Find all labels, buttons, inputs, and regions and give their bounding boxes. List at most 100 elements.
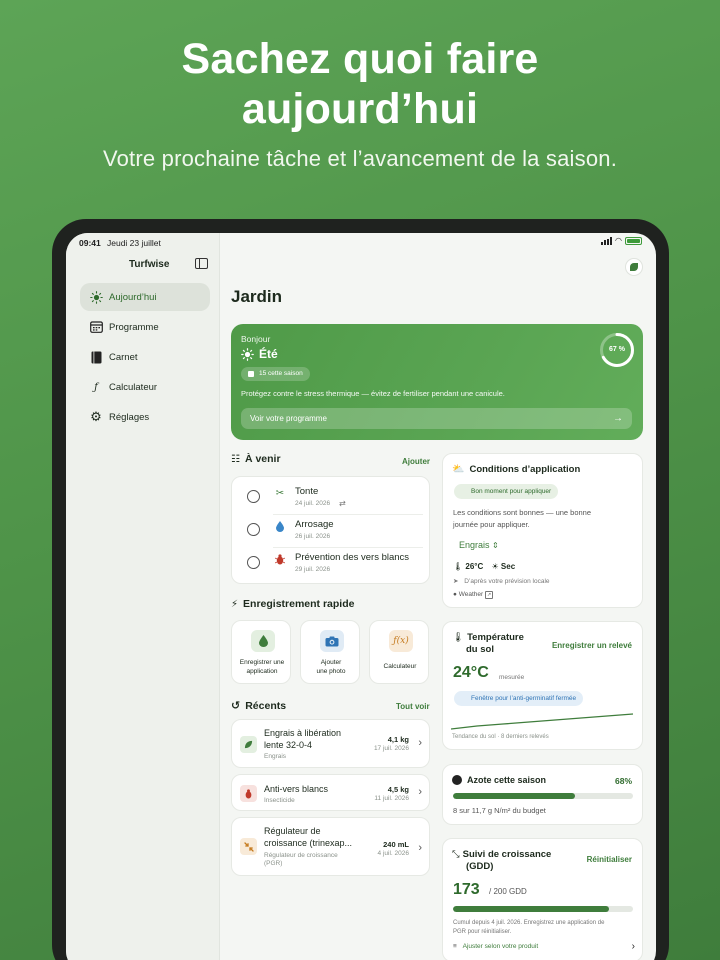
function-icon: ƒ xyxy=(94,381,98,393)
leaf-icon xyxy=(251,630,275,652)
upcoming-list: ✂ Tonte 24 juil. 2026 ⇄ Arrosage 26 juil… xyxy=(231,476,430,584)
function-icon: ƒ(x) xyxy=(389,630,413,652)
bug-icon xyxy=(240,785,257,802)
camera-icon xyxy=(320,630,344,652)
tablet-screen: Turfwise Aujourd’hui Programme Carnet ƒ … xyxy=(66,233,656,960)
status-badge: Fenêtre pour l’anti-germinatif fermée xyxy=(454,691,584,706)
gdd-target: / 200 GDD xyxy=(489,887,527,896)
nitrogen-detail: 8 sur 11,7 g N/m² du budget xyxy=(453,806,546,815)
season-count-badge: 15 cette saison xyxy=(241,367,310,381)
gear-icon: ⚙ xyxy=(90,409,102,424)
apple-logo-icon: ● xyxy=(453,591,457,598)
view-program-button[interactable]: Voir votre programme → xyxy=(241,408,632,429)
adjust-product-link[interactable]: ≡ Ajuster selon votre produit › xyxy=(453,941,635,952)
history-icon: ↺ xyxy=(231,700,241,712)
sliders-icon: ≡ xyxy=(453,943,457,950)
chevron-right-icon: › xyxy=(631,941,635,952)
reset-gdd-link[interactable]: Réinitialiser xyxy=(587,855,632,864)
list-item[interactable]: Engrais à libération lente 32-0-4 Engrais… xyxy=(231,719,430,768)
upcoming-header: ☷ À venir xyxy=(231,453,281,465)
sidebar-item-label: Aujourd’hui xyxy=(109,291,157,303)
sidebar-item-label: Programme xyxy=(109,321,159,333)
season-summary-card: Bonjour Été 15 cette saison Protégez con… xyxy=(231,324,643,440)
add-task-link[interactable]: Ajouter xyxy=(402,457,430,466)
arrows-compress-icon: ⤡ xyxy=(452,849,460,860)
gdd-card: ⤡ Suivi de croissance (GDD) Réinitialiser… xyxy=(442,838,643,960)
bolt-icon: ⚡ xyxy=(231,598,239,610)
gdd-progress-bar xyxy=(453,906,633,912)
task-checkbox[interactable] xyxy=(247,523,260,536)
sidebar-item-calculator[interactable]: ƒ Calculateur xyxy=(80,373,210,401)
chevron-right-icon: › xyxy=(418,842,422,854)
arrows-compress-icon xyxy=(240,838,257,855)
external-link-icon: ↗ xyxy=(485,591,494,599)
calculator-button[interactable]: ƒ(x) Calculateur xyxy=(369,620,429,684)
weather-readout: 🌡︎ 26°C ☀︎ Sec xyxy=(453,562,516,571)
thermometer-icon: 🌡︎ xyxy=(453,562,464,571)
log-reading-link[interactable]: Enregistrer un relevé xyxy=(552,641,632,650)
soil-temp-value: 24°C xyxy=(453,664,489,681)
chevron-up-down-icon: ⇕ xyxy=(492,541,499,550)
sidebar: Turfwise Aujourd’hui Programme Carnet ƒ … xyxy=(66,233,220,960)
sidebar-item-label: Carnet xyxy=(109,351,138,363)
sidebar-item-label: Calculateur xyxy=(109,381,158,393)
quick-log-header: ⚡ Enregistrement rapide xyxy=(231,598,355,610)
status-time: 09:41 xyxy=(79,238,101,248)
chevron-right-icon: › xyxy=(418,737,422,749)
leaf-icon xyxy=(240,736,257,753)
sidebar-item-program[interactable]: Programme xyxy=(80,313,210,341)
add-photo-button[interactable]: Ajouter une photo xyxy=(300,620,360,684)
app-title: Turfwise xyxy=(129,259,170,270)
nitrogen-card: Azote cette saison 68% 8 sur 11,7 g N/m²… xyxy=(442,764,643,825)
product-select[interactable]: Engrais ⇕ xyxy=(459,540,499,550)
cloud-sun-icon: ⛅ xyxy=(452,464,465,475)
recent-header: ↺ Récents xyxy=(231,699,287,713)
status-date: Jeudi 23 juillet xyxy=(107,238,161,248)
list-item[interactable]: ✂ Tonte 24 juil. 2026 ⇄ xyxy=(232,481,432,513)
sun-icon xyxy=(241,347,254,361)
nitrogen-progress-bar xyxy=(453,793,633,799)
weather-attribution-link[interactable]: ● Weather ↗ xyxy=(453,591,494,599)
arrow-right-icon: → xyxy=(613,413,623,424)
task-checkbox[interactable] xyxy=(247,556,260,569)
view-all-link[interactable]: Tout voir xyxy=(396,702,430,711)
book-icon xyxy=(89,350,103,364)
sidebar-item-today[interactable]: Aujourd’hui xyxy=(80,283,210,311)
soil-temperature-card: 🌡︎ Température du sol Enregistrer un rele… xyxy=(442,621,643,750)
sun-icon: ☀︎ xyxy=(491,562,499,571)
gdd-value: 173 xyxy=(453,881,480,898)
list-item[interactable]: Anti-vers blancs Insecticide 4,5 kg 11 j… xyxy=(231,774,430,811)
page-title: Jardin xyxy=(231,287,283,306)
log-application-button[interactable]: Enregistrer une application xyxy=(231,620,291,684)
sun-icon xyxy=(89,290,103,304)
greeting: Bonjour xyxy=(241,334,271,344)
soil-temp-unit: mesurée xyxy=(499,674,525,681)
season-label: Été xyxy=(241,347,278,361)
list-item[interactable]: Prévention des vers blancs 29 juil. 2026 xyxy=(232,547,432,579)
sidebar-item-notebook[interactable]: Carnet xyxy=(80,343,210,371)
bug-icon xyxy=(273,554,287,568)
hero-title: Sachez quoi faire aujourd’hui xyxy=(181,35,539,133)
conditions-text: Les conditions sont bonnes — une bonne jo… xyxy=(453,508,592,529)
list-item[interactable]: Régulateur de croissance (trinexap... Rég… xyxy=(231,817,430,876)
nitrogen-percent: 68% xyxy=(614,776,632,786)
gdd-note: Cumul depuis 4 juil. 2026. Enregistrez u… xyxy=(453,920,605,935)
season-tip: Protégez contre le stress thermique — év… xyxy=(241,389,505,398)
application-conditions-card: ⛅ Conditions d’application Bon moment po… xyxy=(442,453,643,608)
checklist-icon: ☷ xyxy=(231,453,240,465)
list-item[interactable]: Arrosage 26 juil. 2026 xyxy=(232,514,432,546)
status-badge: Bon moment pour appliquer xyxy=(454,484,559,499)
repeat-icon: ⇄ xyxy=(339,499,346,508)
chevron-right-icon: › xyxy=(418,786,422,798)
season-progress-label: 67 % xyxy=(609,346,625,353)
sidebar-toggle-icon[interactable] xyxy=(195,258,208,269)
sidebar-item-label: Réglages xyxy=(109,411,150,423)
main-content: Jardin Bonjour Été 15 cette saison Proté… xyxy=(220,233,656,960)
nitrogen-icon xyxy=(452,775,462,785)
calendar-icon xyxy=(89,320,103,334)
soil-trend-sparkline xyxy=(451,713,634,730)
location-arrow-icon: ➤ xyxy=(453,578,459,585)
scissors-icon: ✂ xyxy=(275,488,285,499)
sidebar-item-settings[interactable]: ⚙ Réglages xyxy=(80,403,210,431)
task-checkbox[interactable] xyxy=(247,490,260,503)
